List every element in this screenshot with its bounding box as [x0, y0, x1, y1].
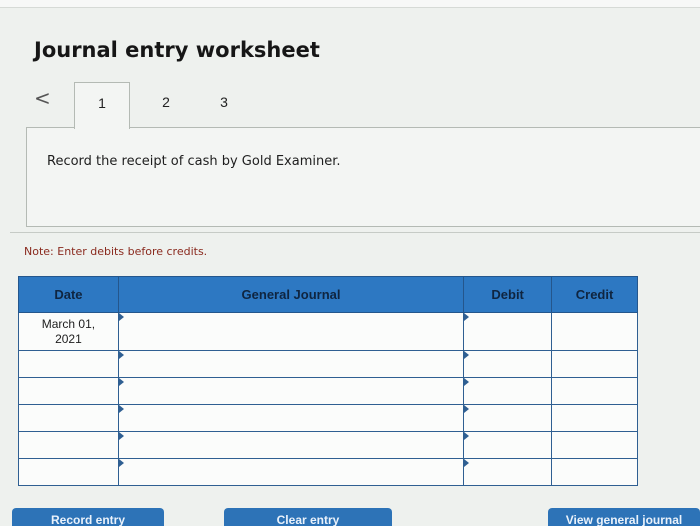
credit-cell[interactable]: [551, 404, 638, 432]
tab-3[interactable]: 3: [196, 82, 252, 128]
note-text: Note: Enter debits before credits.: [24, 245, 208, 258]
view-general-journal-button[interactable]: View general journal: [548, 508, 700, 526]
credit-cell[interactable]: [551, 377, 638, 405]
header-general-journal: General Journal: [117, 276, 465, 313]
window-top-stripe: [0, 0, 700, 8]
record-entry-button[interactable]: Record entry: [12, 508, 164, 526]
table-row: [18, 377, 638, 405]
credit-cell[interactable]: [551, 350, 638, 378]
table-row: [18, 458, 638, 486]
account-cell[interactable]: [117, 350, 465, 378]
step-tabs: < 1 2 3: [28, 82, 700, 129]
table-row: [18, 404, 638, 432]
credit-cell[interactable]: [551, 458, 638, 486]
debit-cell[interactable]: [463, 404, 553, 432]
date-cell[interactable]: [18, 377, 119, 405]
header-credit: Credit: [551, 276, 638, 313]
instruction-panel: Record the receipt of cash by Gold Exami…: [26, 127, 700, 227]
clear-entry-button[interactable]: Clear entry: [224, 508, 392, 526]
header-date: Date: [18, 276, 119, 313]
cell-marker-icon: [118, 351, 124, 359]
debit-cell[interactable]: [463, 458, 553, 486]
credit-cell[interactable]: [551, 312, 638, 351]
tab-1[interactable]: 1: [74, 82, 130, 129]
debit-cell[interactable]: [463, 377, 553, 405]
cell-marker-icon: [464, 459, 470, 467]
account-cell[interactable]: [117, 431, 465, 459]
section-divider: [10, 232, 700, 233]
date-cell[interactable]: [18, 431, 119, 459]
cell-marker-icon: [464, 313, 470, 321]
tab-2[interactable]: 2: [138, 82, 194, 128]
cell-marker-icon: [464, 405, 470, 413]
date-cell[interactable]: [18, 458, 119, 486]
date-cell[interactable]: [18, 404, 119, 432]
cell-marker-icon: [118, 432, 124, 440]
cell-marker-icon: [464, 432, 470, 440]
cell-marker-icon: [464, 351, 470, 359]
date-cell[interactable]: March 01, 2021: [18, 312, 119, 351]
account-cell[interactable]: [117, 458, 465, 486]
debit-cell[interactable]: [463, 431, 553, 459]
cell-marker-icon: [118, 378, 124, 386]
date-cell[interactable]: [18, 350, 119, 378]
cell-marker-icon: [118, 313, 124, 321]
table-row: [18, 431, 638, 459]
debit-cell[interactable]: [463, 312, 553, 351]
table-row: March 01, 2021: [18, 312, 638, 351]
debit-cell[interactable]: [463, 350, 553, 378]
account-cell[interactable]: [117, 404, 465, 432]
cell-marker-icon: [118, 405, 124, 413]
page-title: Journal entry worksheet: [34, 38, 320, 62]
account-cell[interactable]: [117, 312, 465, 351]
chevron-left-icon[interactable]: <: [34, 86, 51, 110]
header-debit: Debit: [463, 276, 553, 313]
credit-cell[interactable]: [551, 431, 638, 459]
journal-header-row: Date General Journal Debit Credit: [18, 276, 638, 313]
journal-table: Date General Journal Debit Credit March …: [18, 276, 638, 486]
instruction-text: Record the receipt of cash by Gold Exami…: [47, 154, 341, 169]
cell-marker-icon: [464, 378, 470, 386]
account-cell[interactable]: [117, 377, 465, 405]
table-row: [18, 350, 638, 378]
cell-marker-icon: [118, 459, 124, 467]
